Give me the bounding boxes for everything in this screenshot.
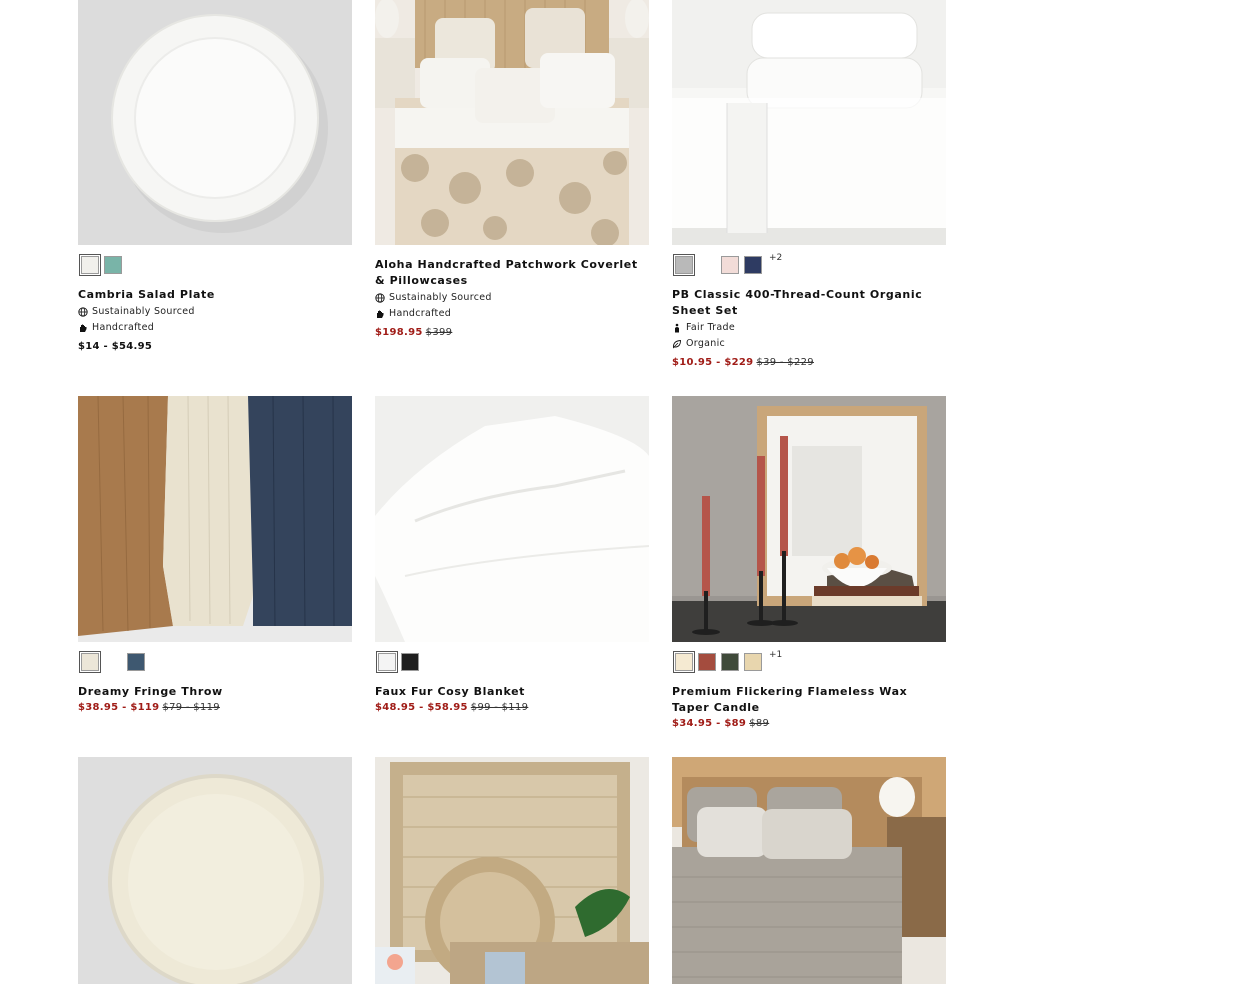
product-card[interactable]: Cambria Salad Plate Sustainably Sourced … bbox=[78, 0, 352, 354]
attribute-sustainably-sourced: Sustainably Sourced bbox=[78, 304, 352, 319]
fair-trade-icon bbox=[672, 323, 682, 333]
product-title[interactable]: Cambria Salad Plate bbox=[78, 287, 352, 303]
attribute-fair-trade: Fair Trade bbox=[672, 320, 946, 335]
product-title[interactable]: PB Classic 400-Thread-Count Organic Shee… bbox=[672, 287, 946, 319]
color-swatch[interactable] bbox=[721, 653, 739, 671]
product-image[interactable] bbox=[375, 396, 649, 642]
product-price: $34.95 - $89 $89 bbox=[672, 718, 770, 729]
product-price: $14 - $54.95 bbox=[78, 341, 153, 352]
color-swatches bbox=[79, 651, 352, 673]
color-swatch[interactable] bbox=[376, 651, 398, 673]
product-image[interactable] bbox=[375, 0, 649, 245]
color-swatch[interactable] bbox=[698, 653, 716, 671]
color-swatch[interactable] bbox=[673, 254, 695, 276]
color-swatch[interactable] bbox=[698, 256, 716, 274]
color-swatches: +1 bbox=[673, 650, 946, 673]
product-title[interactable]: Premium Flickering Flameless Wax Taper C… bbox=[672, 684, 946, 716]
product-card[interactable]: +2 PB Classic 400-Thread-Count Organic S… bbox=[672, 0, 946, 370]
color-swatch[interactable] bbox=[79, 254, 101, 276]
product-title[interactable]: Aloha Handcrafted Patchwork Coverlet & P… bbox=[375, 257, 649, 289]
color-swatches: +2 bbox=[673, 253, 946, 276]
attribute-handcrafted: Handcrafted bbox=[375, 306, 649, 321]
product-price: $48.95 - $58.95 $99 - $119 bbox=[375, 702, 529, 713]
color-swatch[interactable] bbox=[104, 256, 122, 274]
product-image[interactable] bbox=[78, 757, 352, 984]
attribute-organic: Organic bbox=[672, 336, 946, 351]
product-price: $38.95 - $119 $79 - $119 bbox=[78, 702, 220, 713]
product-card[interactable]: Aloha Handcrafted Patchwork Coverlet & P… bbox=[375, 0, 649, 340]
product-image[interactable] bbox=[672, 396, 946, 642]
attribute-sustainably-sourced: Sustainably Sourced bbox=[375, 290, 649, 305]
color-swatch[interactable] bbox=[104, 653, 122, 671]
more-colors-link[interactable]: +2 bbox=[769, 253, 782, 263]
color-swatch[interactable] bbox=[721, 256, 739, 274]
hand-icon bbox=[78, 323, 88, 333]
product-image[interactable] bbox=[672, 0, 946, 245]
color-swatch[interactable] bbox=[744, 256, 762, 274]
color-swatch[interactable] bbox=[401, 653, 419, 671]
more-colors-link[interactable]: +1 bbox=[769, 650, 782, 660]
globe-icon bbox=[375, 292, 385, 303]
color-swatches bbox=[79, 254, 352, 276]
product-card[interactable] bbox=[375, 757, 649, 984]
product-image[interactable] bbox=[78, 0, 352, 245]
globe-icon bbox=[78, 306, 88, 317]
product-title[interactable]: Dreamy Fringe Throw bbox=[78, 684, 352, 700]
product-card[interactable] bbox=[672, 757, 946, 984]
product-title[interactable]: Faux Fur Cosy Blanket bbox=[375, 684, 649, 700]
product-price: $10.95 - $229 $39 - $229 bbox=[672, 357, 814, 368]
color-swatch[interactable] bbox=[744, 653, 762, 671]
product-card[interactable]: Faux Fur Cosy Blanket $48.95 - $58.95 $99… bbox=[375, 396, 649, 715]
product-image[interactable] bbox=[672, 757, 946, 984]
attribute-handcrafted: Handcrafted bbox=[78, 320, 352, 335]
product-image[interactable] bbox=[375, 757, 649, 984]
color-swatch[interactable] bbox=[79, 651, 101, 673]
product-card[interactable]: Dreamy Fringe Throw $38.95 - $119 $79 - $… bbox=[78, 396, 352, 715]
hand-icon bbox=[375, 309, 385, 319]
product-card[interactable]: +1 Premium Flickering Flameless Wax Tape… bbox=[672, 396, 946, 731]
product-price: $198.95 $399 bbox=[375, 327, 453, 338]
product-card[interactable] bbox=[78, 757, 352, 984]
color-swatches bbox=[376, 651, 649, 673]
leaf-icon bbox=[672, 339, 682, 349]
color-swatch[interactable] bbox=[673, 651, 695, 673]
product-image[interactable] bbox=[78, 396, 352, 642]
color-swatch[interactable] bbox=[127, 653, 145, 671]
